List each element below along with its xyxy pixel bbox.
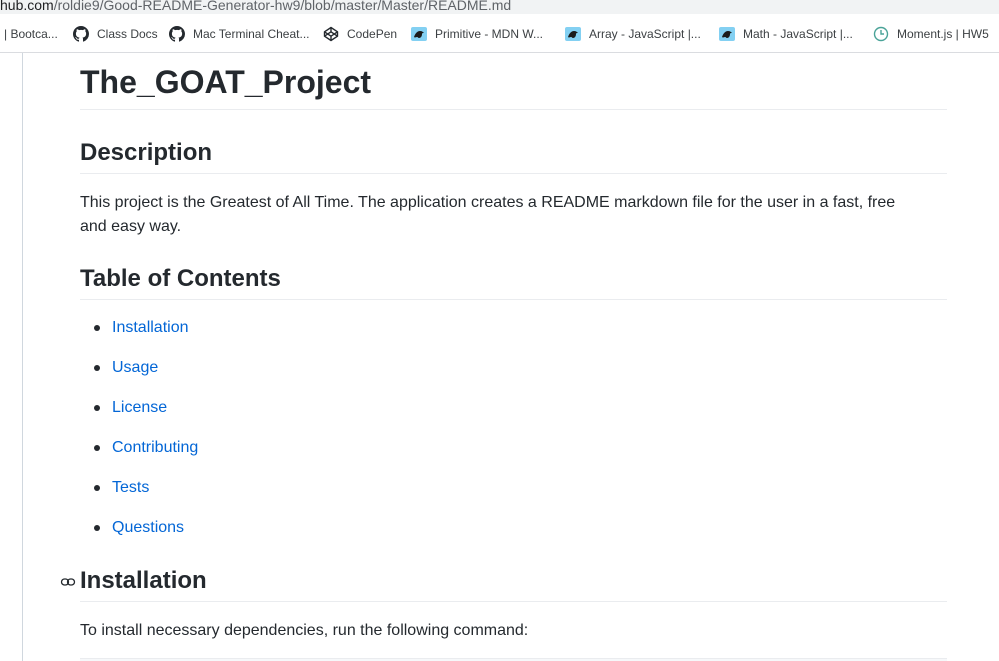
list-item: Tests [80,476,280,500]
bookmarks-bar: | Bootca... Class Docs Mac Terminal Chea… [0,14,999,53]
toc-link-installation[interactable]: Installation [112,316,189,340]
github-icon [73,26,89,42]
installation-heading: Installation [60,567,947,602]
bullet-icon [94,525,100,531]
installation-text: To install necessary dependencies, run t… [80,622,529,639]
bookmark-label: Math - JavaScript |... [743,27,853,41]
bookmark-label: Array - JavaScript |... [589,27,701,41]
github-icon [169,26,185,42]
toc-link-tests[interactable]: Tests [112,476,149,500]
codepen-icon [323,26,339,42]
toc-link-license[interactable]: License [112,396,167,420]
bookmark-codepen[interactable]: CodePen [323,26,397,42]
clock-icon [873,26,889,42]
installation-heading-text: Installation [80,567,207,594]
url-path: /roldie9/Good-README-Generator-hw9/blob/… [53,0,512,13]
bookmark-mdn-math[interactable]: Math - JavaScript |... [719,26,853,42]
mdn-icon [719,26,735,42]
bookmark-label: Primitive - MDN W... [435,27,543,41]
bookmark-mac-terminal[interactable]: Mac Terminal Cheat... [169,26,310,42]
bookmark-label: Mac Terminal Cheat... [193,27,310,41]
bookmark-class-docs[interactable]: Class Docs [73,26,158,42]
bullet-icon [94,485,100,491]
bullet-icon [94,325,100,331]
description-heading: Description [80,141,947,174]
url-host: hub.com [0,0,54,13]
address-bar[interactable]: hub.com/roldie9/Good-README-Generator-hw… [0,0,999,14]
list-item: Contributing [80,436,280,460]
readme-title: The_GOAT_Project [80,66,947,110]
bullet-icon [94,445,100,451]
list-item: Installation [80,316,280,340]
description-text: This project is the Greatest of All Time… [80,194,896,235]
toc-link-contributing[interactable]: Contributing [112,436,198,460]
bookmark-label: | Bootca... [4,27,58,41]
list-item: Usage [80,356,280,380]
bookmark-mdn-primitive[interactable]: Primitive - MDN W... [411,26,543,42]
toc-link-questions[interactable]: Questions [112,516,184,540]
list-item: Questions [80,516,280,540]
bookmark-label: CodePen [347,27,398,41]
link-icon[interactable] [60,574,76,590]
bookmark-moment[interactable]: Moment.js | HW5 [873,26,989,42]
toc-link-usage[interactable]: Usage [112,356,158,380]
bookmark-label: Moment.js | HW5 [897,27,989,41]
list-item: License [80,396,280,420]
file-view-border [22,53,23,661]
toc-heading: Table of Contents [80,267,947,300]
mdn-icon [411,26,427,42]
bookmark-mdn-array[interactable]: Array - JavaScript |... [565,26,701,42]
bullet-icon [94,365,100,371]
bookmark-label: Class Docs [97,27,158,41]
bookmark-bootcamp[interactable]: | Bootca... [4,26,58,42]
bullet-icon [94,405,100,411]
mdn-icon [565,26,581,42]
